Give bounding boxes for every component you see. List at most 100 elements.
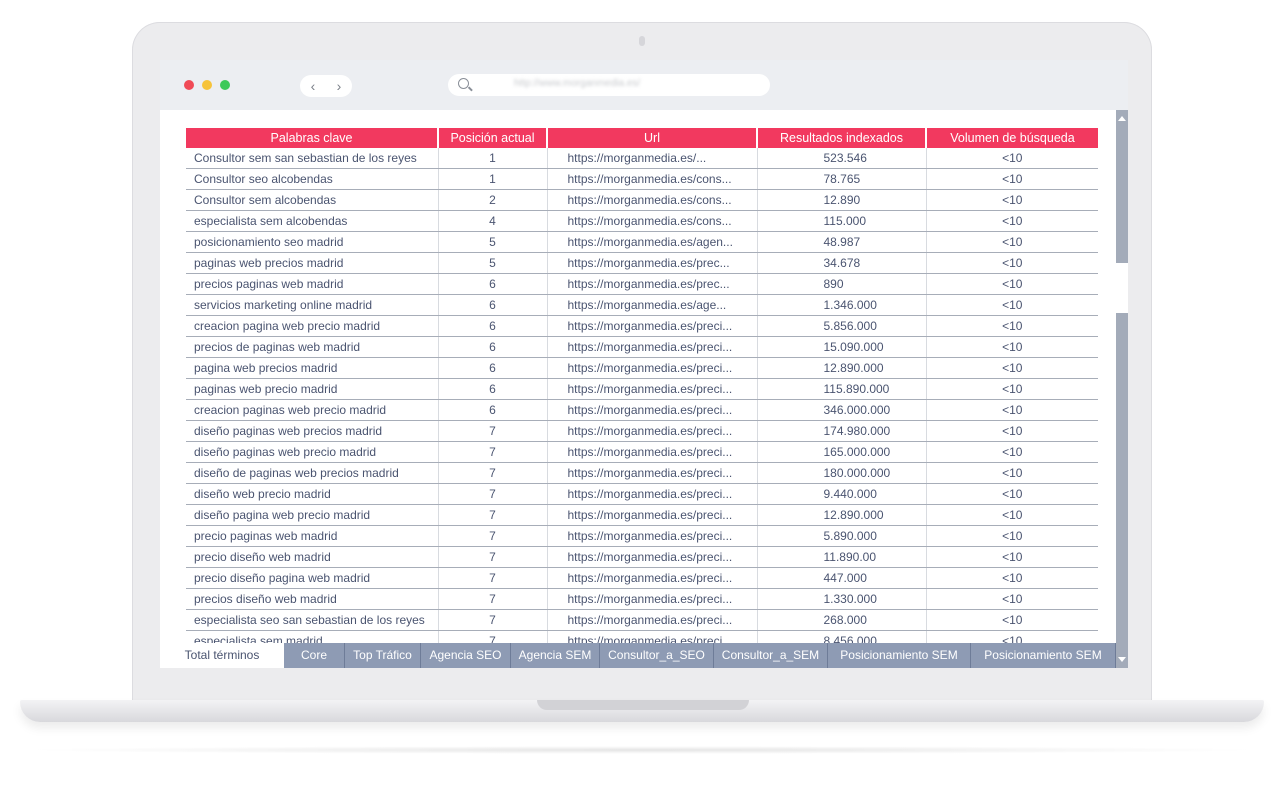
url-cell[interactable]: https://morganmedia.es/cons... [546, 168, 757, 190]
search-volume-cell[interactable]: <10 [925, 315, 1098, 337]
column-header-position[interactable]: Posición actual [437, 128, 547, 148]
indexed-results-cell[interactable]: 180.000.000 [756, 462, 926, 484]
keyword-cell[interactable]: precios diseño web madrid [186, 588, 438, 610]
sheet-tab[interactable]: Consultor_a_SEO [600, 643, 714, 668]
indexed-results-cell[interactable]: 12.890.000 [756, 357, 926, 379]
indexed-results-cell[interactable]: 11.890.00 [756, 546, 926, 568]
url-cell[interactable]: https://morganmedia.es/preci... [546, 588, 757, 610]
keyword-cell[interactable]: servicios marketing online madrid [186, 294, 438, 316]
url-cell[interactable]: https://morganmedia.es/agen... [546, 231, 757, 253]
column-header-keywords[interactable]: Palabras clave [186, 128, 438, 148]
search-volume-cell[interactable]: <10 [925, 399, 1098, 421]
indexed-results-cell[interactable]: 523.546 [756, 148, 926, 169]
position-cell[interactable]: 5 [437, 252, 547, 274]
url-cell[interactable]: https://morganmedia.es/preci... [546, 399, 757, 421]
keyword-cell[interactable]: creacion paginas web precio madrid [186, 399, 438, 421]
column-header-url[interactable]: Url [546, 128, 757, 148]
position-cell[interactable]: 6 [437, 315, 547, 337]
search-volume-cell[interactable]: <10 [925, 231, 1098, 253]
close-window-dot[interactable] [184, 80, 194, 90]
keyword-cell[interactable]: posicionamiento seo madrid [186, 231, 438, 253]
sheet-tab[interactable]: Agencia SEM [511, 643, 600, 668]
search-volume-cell[interactable]: <10 [925, 567, 1098, 589]
search-volume-cell[interactable]: <10 [925, 504, 1098, 526]
position-cell[interactable]: 7 [437, 588, 547, 610]
indexed-results-cell[interactable]: 115.000 [756, 210, 926, 232]
sheet-tab[interactable]: Top Tráfico [345, 643, 421, 668]
position-cell[interactable]: 7 [437, 504, 547, 526]
keyword-cell[interactable]: paginas web precios madrid [186, 252, 438, 274]
indexed-results-cell[interactable]: 268.000 [756, 609, 926, 631]
search-volume-cell[interactable]: <10 [925, 441, 1098, 463]
scroll-down-arrow-icon[interactable] [1118, 657, 1126, 662]
url-cell[interactable]: https://morganmedia.es/preci... [546, 525, 757, 547]
url-cell[interactable]: https://morganmedia.es/preci... [546, 336, 757, 358]
url-cell[interactable]: https://morganmedia.es/cons... [546, 210, 757, 232]
sheet-tab[interactable]: Posicionamiento SEM [971, 643, 1116, 668]
keyword-cell[interactable]: Consultor sem alcobendas [186, 189, 438, 211]
keyword-cell[interactable]: diseño de paginas web precios madrid [186, 462, 438, 484]
position-cell[interactable]: 6 [437, 273, 547, 295]
keyword-cell[interactable]: creacion pagina web precio madrid [186, 315, 438, 337]
sheet-tab[interactable]: Core [284, 643, 345, 668]
position-cell[interactable]: 2 [437, 189, 547, 211]
maximize-window-dot[interactable] [220, 80, 230, 90]
position-cell[interactable]: 7 [437, 546, 547, 568]
url-cell[interactable]: https://morganmedia.es/preci... [546, 462, 757, 484]
url-cell[interactable]: https://morganmedia.es/preci... [546, 420, 757, 442]
search-volume-cell[interactable]: <10 [925, 148, 1098, 169]
indexed-results-cell[interactable]: 34.678 [756, 252, 926, 274]
position-cell[interactable]: 7 [437, 483, 547, 505]
search-volume-cell[interactable]: <10 [925, 336, 1098, 358]
minimize-window-dot[interactable] [202, 80, 212, 90]
sheet-tab[interactable]: Consultor_a_SEM [714, 643, 828, 668]
position-cell[interactable]: 5 [437, 231, 547, 253]
position-cell[interactable]: 6 [437, 357, 547, 379]
position-cell[interactable]: 6 [437, 378, 547, 400]
keyword-cell[interactable]: Consultor sem san sebastian de los reyes [186, 148, 438, 169]
sheet-tab[interactable]: Posicionamiento SEM [828, 643, 971, 668]
indexed-results-cell[interactable]: 8.456.000 [756, 630, 926, 643]
search-volume-cell[interactable]: <10 [925, 462, 1098, 484]
keyword-cell[interactable]: diseño paginas web precio madrid [186, 441, 438, 463]
forward-chevron-icon[interactable]: › [337, 78, 342, 94]
position-cell[interactable]: 6 [437, 399, 547, 421]
keyword-cell[interactable]: precio diseño web madrid [186, 546, 438, 568]
search-volume-cell[interactable]: <10 [925, 588, 1098, 610]
indexed-results-cell[interactable]: 890 [756, 273, 926, 295]
url-cell[interactable]: https://morganmedia.es/prec... [546, 252, 757, 274]
position-cell[interactable]: 6 [437, 294, 547, 316]
search-volume-cell[interactable]: <10 [925, 273, 1098, 295]
url-cell[interactable]: https://morganmedia.es/age... [546, 294, 757, 316]
indexed-results-cell[interactable]: 48.987 [756, 231, 926, 253]
sheet-tab[interactable]: Agencia SEO [421, 643, 511, 668]
url-cell[interactable]: https://morganmedia.es/... [546, 148, 757, 169]
url-cell[interactable]: https://morganmedia.es/preci... [546, 546, 757, 568]
search-volume-cell[interactable]: <10 [925, 294, 1098, 316]
url-cell[interactable]: https://morganmedia.es/preci... [546, 609, 757, 631]
indexed-results-cell[interactable]: 1.346.000 [756, 294, 926, 316]
keyword-cell[interactable]: especialista sem alcobendas [186, 210, 438, 232]
url-cell[interactable]: https://morganmedia.es/preci... [546, 357, 757, 379]
keyword-cell[interactable]: paginas web precio madrid [186, 378, 438, 400]
search-volume-cell[interactable]: <10 [925, 210, 1098, 232]
search-volume-cell[interactable]: <10 [925, 546, 1098, 568]
position-cell[interactable]: 7 [437, 441, 547, 463]
url-cell[interactable]: https://morganmedia.es/preci... [546, 483, 757, 505]
indexed-results-cell[interactable]: 9.440.000 [756, 483, 926, 505]
scrollbar-thumb[interactable] [1116, 263, 1128, 313]
search-volume-cell[interactable]: <10 [925, 252, 1098, 274]
indexed-results-cell[interactable]: 12.890.000 [756, 504, 926, 526]
position-cell[interactable]: 7 [437, 420, 547, 442]
indexed-results-cell[interactable]: 174.980.000 [756, 420, 926, 442]
keyword-cell[interactable]: precios paginas web madrid [186, 273, 438, 295]
search-volume-cell[interactable]: <10 [925, 420, 1098, 442]
sheet-tab[interactable]: Total términos [160, 643, 284, 668]
url-cell[interactable]: https://morganmedia.es/preci... [546, 630, 757, 643]
position-cell[interactable]: 7 [437, 462, 547, 484]
back-chevron-icon[interactable]: ‹ [311, 78, 316, 94]
indexed-results-cell[interactable]: 447.000 [756, 567, 926, 589]
keyword-cell[interactable]: precio paginas web madrid [186, 525, 438, 547]
position-cell[interactable]: 7 [437, 567, 547, 589]
keyword-cell[interactable]: precio diseño pagina web madrid [186, 567, 438, 589]
